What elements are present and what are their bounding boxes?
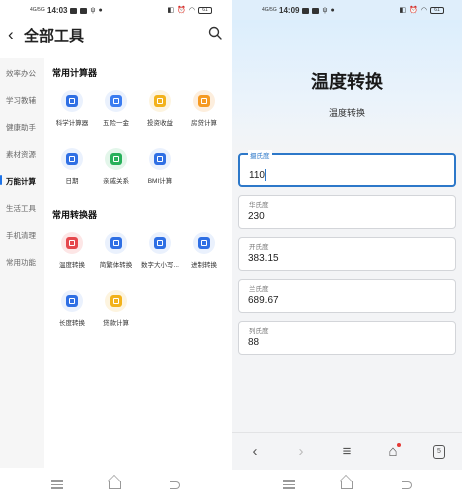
tools-screen: 4G/5G 14:03 ψ ● ◧ ⏰ ◠ 61 ‹ 全部工具 效率办公 学习教… [0, 0, 230, 500]
page-title: 全部工具 [24, 28, 85, 45]
calculator-icon [66, 95, 78, 107]
header: ‹ 全部工具 [0, 24, 230, 46]
celsius-label: 摄氏度 [248, 150, 272, 160]
tool-scientific-calculator[interactable]: 科学计算器 [50, 90, 94, 127]
temperature-screen: 4G/5G 14:09 ψ ● ◧ ⏰ ◠ 61 温度转换 温度转换 摄氏度 华… [232, 0, 462, 500]
battery-icon: 61 [198, 6, 212, 14]
fahrenheit-field[interactable]: 华氏度 [238, 195, 456, 229]
menu-icon[interactable] [282, 478, 296, 492]
browser-menu-icon[interactable]: ≡ [338, 443, 356, 461]
browser-toolbar: ‹ › ≡ ⌂ 5 [232, 432, 462, 470]
menu-icon[interactable] [50, 478, 64, 492]
battery-icon: 61 [430, 6, 444, 14]
tool-date[interactable]: 日期 [50, 148, 94, 185]
status-time: 14:09 [279, 6, 300, 15]
tool-bmi[interactable]: BMI计算 [138, 148, 182, 185]
calendar-icon [66, 153, 78, 165]
kelvin-field[interactable]: 开氏度 [238, 237, 456, 271]
back-button[interactable]: ‹ [8, 25, 14, 45]
sidebar-item-common[interactable]: 常用功能 [0, 257, 44, 268]
browser-forward-icon[interactable]: › [292, 443, 310, 461]
browser-back-icon[interactable]: ‹ [246, 443, 264, 461]
text-caret [265, 169, 266, 181]
tool-radix-converter[interactable]: 进制转换 [182, 232, 226, 269]
tool-number-case[interactable]: 数字大小写... [138, 232, 182, 269]
search-icon[interactable] [208, 26, 222, 40]
message-icon: ● [98, 7, 103, 14]
tool-mortgage[interactable]: 房贷计算 [182, 90, 226, 127]
section-title-converters: 常用转换器 [52, 210, 98, 220]
tool-simplified-traditional[interactable]: 简繁体转换 [94, 232, 138, 269]
tab-switcher-icon[interactable]: 5 [430, 443, 448, 461]
page-title: 温度转换 [311, 72, 383, 92]
status-bar: 4G/5G 14:09 ψ ● ◧ ⏰ ◠ 61 [232, 0, 462, 20]
sidebar-item-efficiency[interactable]: 效率办公 [0, 68, 44, 79]
sidebar-item-learning[interactable]: 学习教辅 [0, 95, 44, 106]
alarm-icon: ⏰ [409, 7, 418, 14]
sidebar-item-phone-cleanup[interactable]: 手机清理 [0, 230, 44, 241]
back-icon[interactable] [168, 478, 182, 492]
rankine-input[interactable] [248, 295, 438, 306]
text-convert-icon [110, 237, 122, 249]
nfc-icon: ◧ [167, 7, 175, 14]
wifi-icon: ◠ [420, 7, 427, 14]
rankine-label: 兰氏度 [247, 283, 271, 293]
people-icon [110, 153, 122, 165]
message-icon: ● [330, 7, 335, 14]
status-time: 14:03 [47, 6, 68, 15]
system-nav-bar [0, 470, 230, 500]
tool-loan-calculator[interactable]: 贷款计算 [94, 290, 138, 327]
tool-investment-return[interactable]: 投资收益 [138, 90, 182, 127]
network-indicator: 4G/5G [30, 7, 45, 13]
ruler-icon [66, 295, 78, 307]
wifi-icon: ◠ [188, 7, 195, 14]
tool-social-insurance[interactable]: 五险一金 [94, 90, 138, 127]
nfc-icon: ◧ [399, 7, 407, 14]
section-title-calculators: 常用计算器 [52, 68, 98, 78]
kelvin-input[interactable] [248, 253, 438, 264]
browser-home-icon[interactable]: ⌂ [384, 443, 402, 461]
notification-icon [302, 7, 310, 14]
radix-convert-icon [198, 237, 210, 249]
status-bar: 4G/5G 14:03 ψ ● ◧ ⏰ ◠ 61 [0, 0, 230, 20]
tool-temperature-converter[interactable]: 温度转换 [50, 232, 94, 269]
home-icon[interactable] [340, 478, 354, 492]
home-icon[interactable] [108, 478, 122, 492]
usb-icon: ψ [322, 7, 328, 14]
reaumur-label: 列氏度 [247, 325, 271, 335]
sidebar-item-calculators[interactable]: 万能计算 [0, 175, 44, 187]
sidebar-item-materials[interactable]: 素材资源 [0, 149, 44, 160]
rankine-field[interactable]: 兰氏度 [238, 279, 456, 313]
notification-icon [312, 7, 320, 14]
sidebar-item-health[interactable]: 健康助手 [0, 122, 44, 133]
notification-dot [397, 443, 401, 447]
reaumur-input[interactable] [248, 337, 438, 348]
number-convert-icon [154, 237, 166, 249]
loan-icon [110, 295, 122, 307]
celsius-input[interactable] [249, 170, 439, 181]
reaumur-field[interactable]: 列氏度 [238, 321, 456, 355]
celsius-field[interactable]: 摄氏度 [238, 150, 456, 187]
notification-icon [70, 7, 78, 14]
usb-icon: ψ [90, 7, 96, 14]
fahrenheit-input[interactable] [248, 211, 438, 222]
tool-relatives[interactable]: 亲戚关系 [94, 148, 138, 185]
network-indicator: 4G/5G [262, 7, 277, 13]
notification-icon [80, 7, 88, 14]
system-nav-bar [232, 470, 462, 500]
tool-length-converter[interactable]: 长度转换 [50, 290, 94, 327]
fahrenheit-label: 华氏度 [247, 199, 271, 209]
kelvin-label: 开氏度 [247, 241, 271, 251]
thermometer-icon [66, 237, 78, 249]
alarm-icon: ⏰ [177, 7, 186, 14]
category-sidebar: 效率办公 学习教辅 健康助手 素材资源 万能计算 生活工具 手机清理 常用功能 [0, 58, 44, 468]
back-icon[interactable] [400, 478, 414, 492]
page-subtitle: 温度转换 [328, 108, 365, 118]
coins-icon [154, 95, 166, 107]
sidebar-item-life-tools[interactable]: 生活工具 [0, 203, 44, 214]
bmi-icon [154, 153, 166, 165]
insurance-icon [110, 95, 122, 107]
house-icon [198, 95, 210, 107]
